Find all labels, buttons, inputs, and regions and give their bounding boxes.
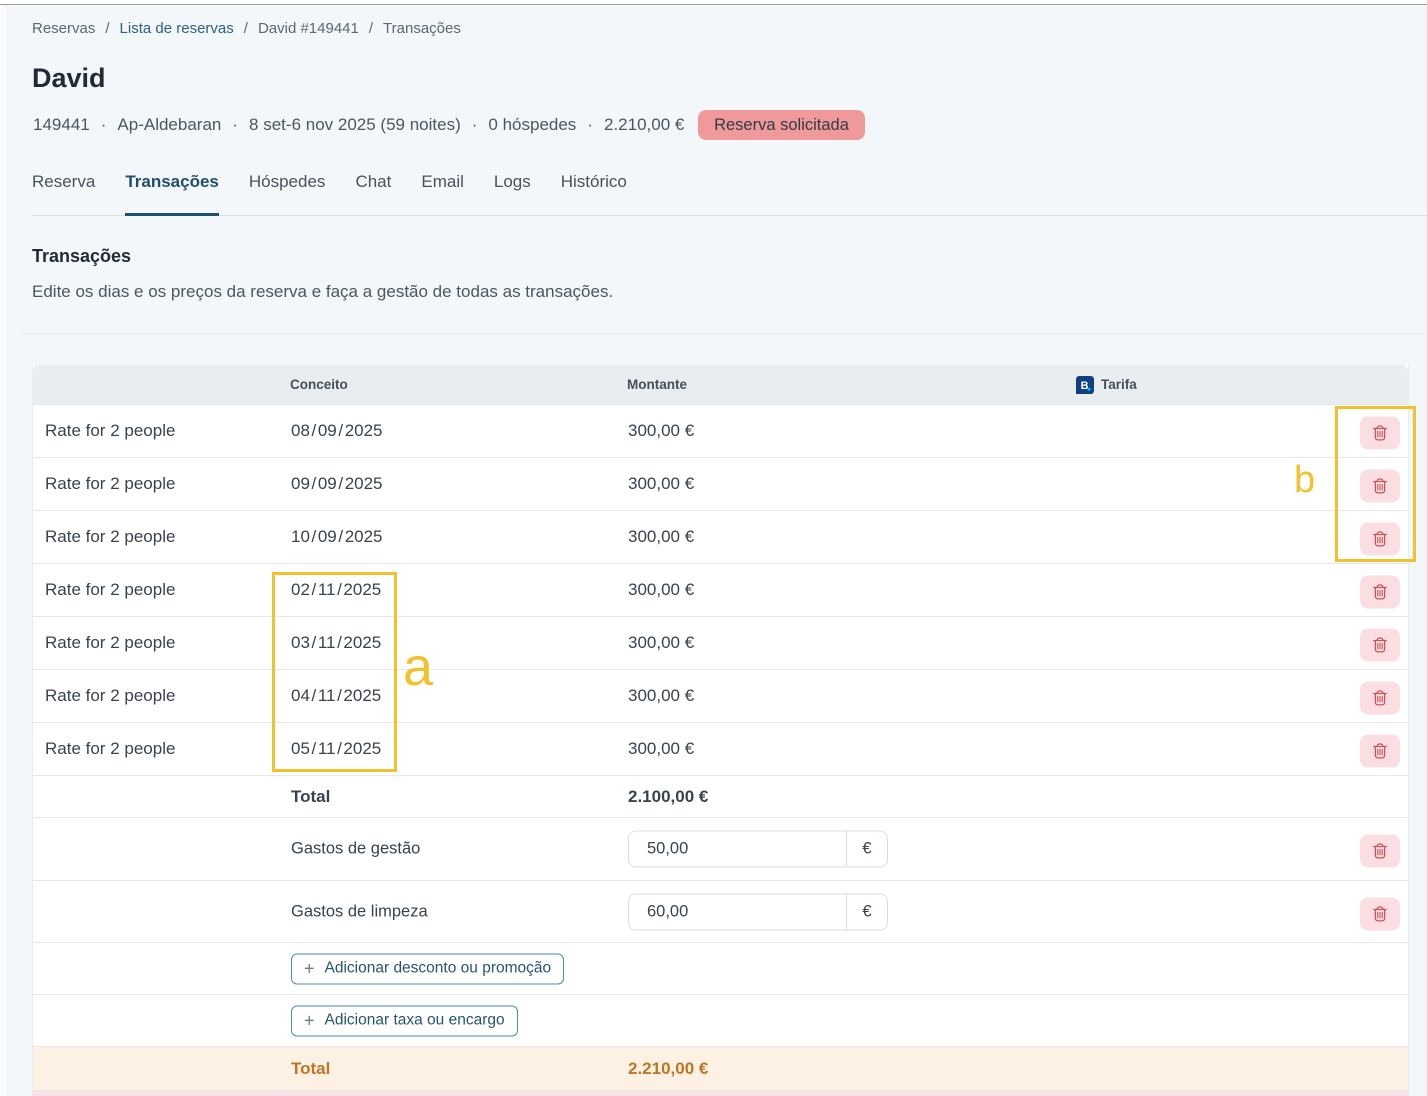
- svg-text:B: B: [1081, 380, 1089, 392]
